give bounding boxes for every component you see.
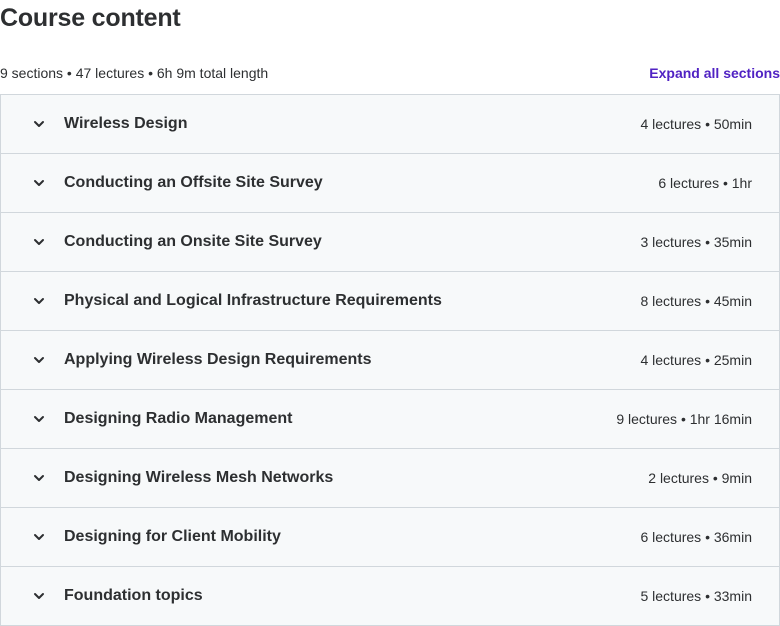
section-title: Wireless Design [64,115,188,132]
chevron-down-icon [32,235,46,249]
section-info: 9 lectures • 1hr 16min [616,411,752,427]
section-info: 3 lectures • 35min [640,234,752,250]
section-info: 6 lectures • 36min [640,529,752,545]
page-title: Course content [0,4,181,32]
section-title: Foundation topics [64,587,203,604]
section-row[interactable]: Designing Radio Management 9 lectures • … [1,390,779,449]
chevron-down-icon [32,589,46,603]
section-row[interactable]: Designing Wireless Mesh Networks 2 lectu… [1,449,779,508]
section-row[interactable]: Conducting an Onsite Site Survey 3 lectu… [1,213,779,272]
section-row[interactable]: Conducting an Offsite Site Survey 6 lect… [1,154,779,213]
section-info: 4 lectures • 50min [640,116,752,132]
course-content-panel: Course content 9 sections • 47 lectures … [0,0,780,626]
section-title: Applying Wireless Design Requirements [64,351,372,368]
expand-all-sections-button[interactable]: Expand all sections [649,65,780,81]
section-title: Designing for Client Mobility [64,528,281,545]
section-title: Physical and Logical Infrastructure Requ… [64,292,442,309]
chevron-down-icon [32,294,46,308]
course-summary-row: 9 sections • 47 lectures • 6h 9m total l… [0,62,780,84]
section-row[interactable]: Designing for Client Mobility 6 lectures… [1,508,779,567]
chevron-down-icon [32,353,46,367]
chevron-down-icon [32,176,46,190]
section-info: 8 lectures • 45min [640,293,752,309]
course-summary: 9 sections • 47 lectures • 6h 9m total l… [0,65,269,81]
section-title: Designing Radio Management [64,410,293,427]
section-info: 6 lectures • 1hr [658,175,752,191]
chevron-down-icon [32,412,46,426]
chevron-down-icon [32,117,46,131]
section-info: 4 lectures • 25min [640,352,752,368]
section-info: 2 lectures • 9min [648,470,752,486]
section-row[interactable]: Physical and Logical Infrastructure Requ… [1,272,779,331]
section-row[interactable]: Foundation topics 5 lectures • 33min [1,567,779,625]
chevron-down-icon [32,530,46,544]
section-row[interactable]: Wireless Design 4 lectures • 50min [1,95,779,154]
section-title: Conducting an Onsite Site Survey [64,233,322,250]
chevron-down-icon [32,471,46,485]
section-title: Conducting an Offsite Site Survey [64,174,323,191]
section-info: 5 lectures • 33min [640,588,752,604]
section-title: Designing Wireless Mesh Networks [64,469,334,486]
section-row[interactable]: Applying Wireless Design Requirements 4 … [1,331,779,390]
section-list: Wireless Design 4 lectures • 50min Condu… [0,94,780,626]
